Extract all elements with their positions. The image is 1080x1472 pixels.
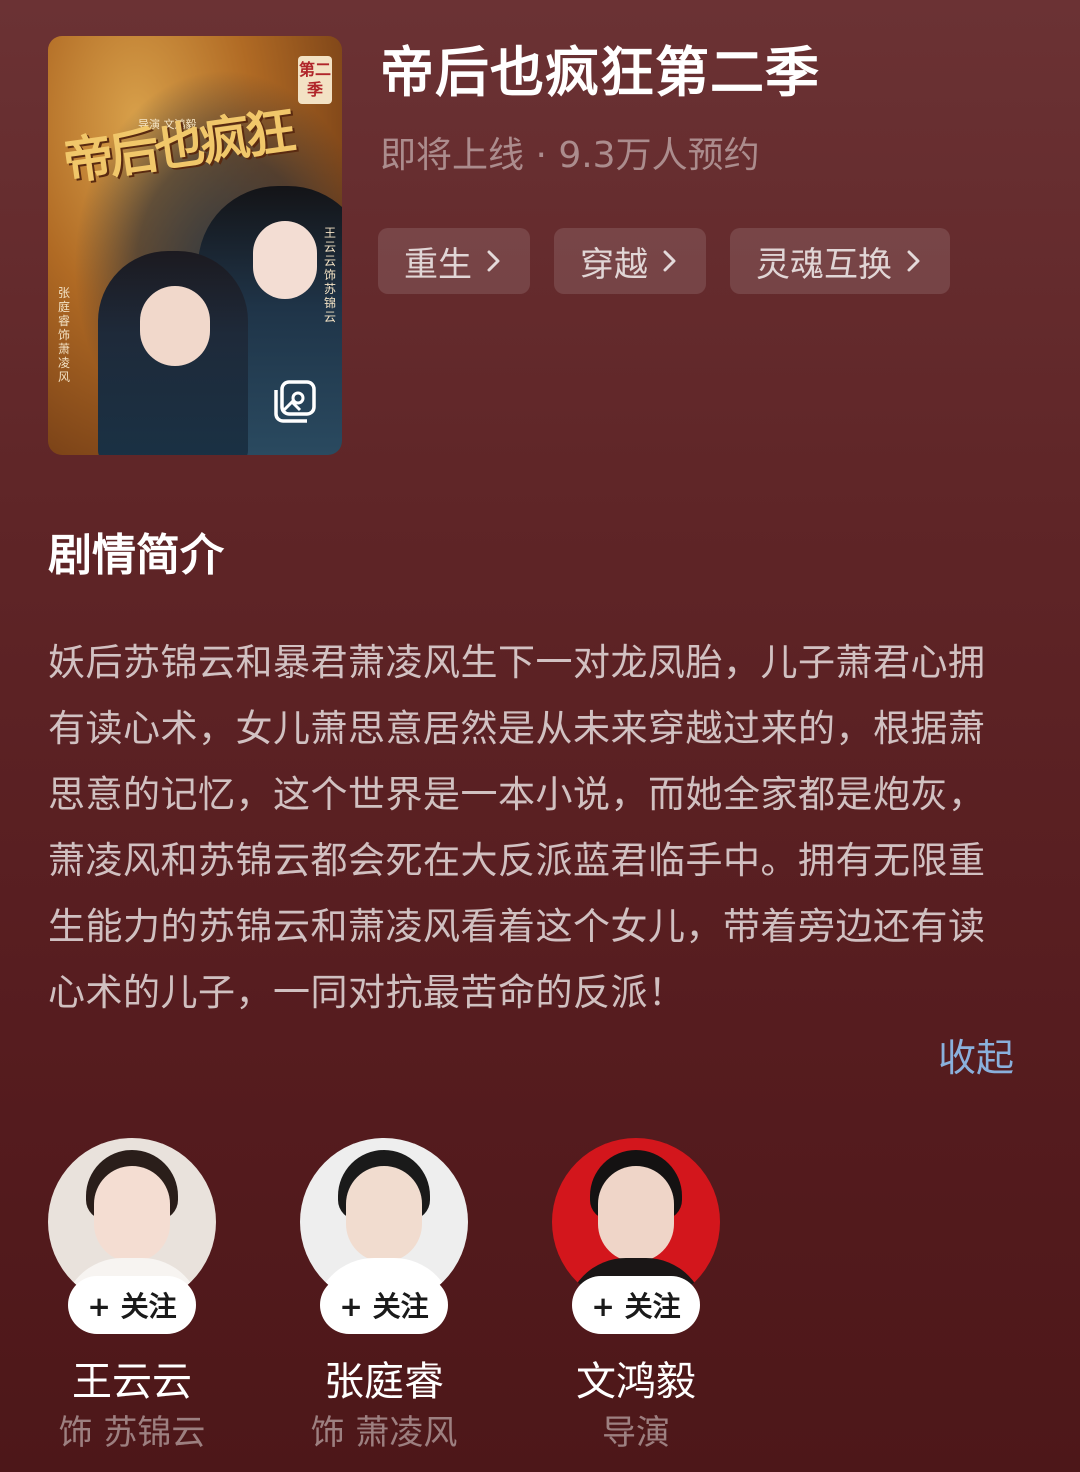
poster-cast-left: 张庭睿 饰 萧凌风 — [58, 286, 71, 384]
chevron-right-icon — [487, 250, 500, 272]
tag-label: 灵魂互换 — [756, 244, 892, 285]
avatar-face — [346, 1166, 422, 1262]
poster-title-art: 帝后也疯狂 — [59, 100, 296, 192]
cast-name[interactable]: 张庭睿 — [280, 1354, 488, 1410]
tag-label: 穿越 — [580, 244, 648, 285]
cast-member: + 关注 王云云 饰 苏锦云 — [48, 1138, 216, 1458]
cast-member: + 关注 张庭睿 饰 萧凌风 — [300, 1138, 468, 1458]
cast-member: + 关注 文鸿毅 导演 — [552, 1138, 720, 1458]
cast-role: 导演 — [602, 1413, 670, 1453]
chevron-right-icon — [663, 250, 676, 272]
tag-soul-swap[interactable]: 灵魂互换 — [730, 228, 950, 294]
chevron-right-icon — [907, 250, 920, 272]
follow-button[interactable]: + 关注 — [320, 1276, 448, 1334]
release-status: 即将上线 · 9.3万人预约 — [380, 135, 760, 176]
cast-name[interactable]: 王云云 — [28, 1354, 236, 1410]
follow-button[interactable]: + 关注 — [68, 1276, 196, 1334]
cast-role: 饰 苏锦云 — [58, 1413, 206, 1453]
synopsis-heading: 剧情简介 — [48, 530, 224, 581]
poster-image[interactable]: 导演 文鸿毅 帝后也疯狂 第二季 张庭睿 饰 萧凌风 王云云 饰 苏锦云 — [48, 36, 342, 455]
follow-button[interactable]: + 关注 — [572, 1276, 700, 1334]
cast-list: + 关注 王云云 饰 苏锦云 + 关注 张庭睿 饰 萧凌风 + 关注 文鸿毅 导… — [48, 1138, 720, 1458]
synopsis-text: 妖后苏锦云和暴君萧凌风生下一对龙凤胎，儿子萧君心拥有读心术，女儿萧思意居然是从未… — [48, 641, 986, 1014]
collapse-link[interactable]: 收起 — [938, 1025, 1014, 1091]
genre-tags: 重生 穿越 灵魂互换 — [378, 228, 950, 294]
avatar-face — [598, 1166, 674, 1262]
tag-time-travel[interactable]: 穿越 — [554, 228, 706, 294]
avatar-face — [94, 1166, 170, 1262]
cast-name[interactable]: 文鸿毅 — [532, 1354, 740, 1410]
cast-role: 饰 萧凌风 — [310, 1413, 458, 1453]
poster-face-male — [140, 286, 210, 366]
poster-cast-right: 王云云 饰 苏锦云 — [324, 226, 337, 324]
drama-title: 帝后也疯狂第二季 — [380, 41, 820, 104]
gallery-icon[interactable] — [270, 378, 318, 426]
poster-season-tag: 第二季 — [298, 56, 332, 104]
tag-label: 重生 — [404, 244, 472, 285]
poster-face-female — [253, 221, 317, 299]
tag-rebirth[interactable]: 重生 — [378, 228, 530, 294]
